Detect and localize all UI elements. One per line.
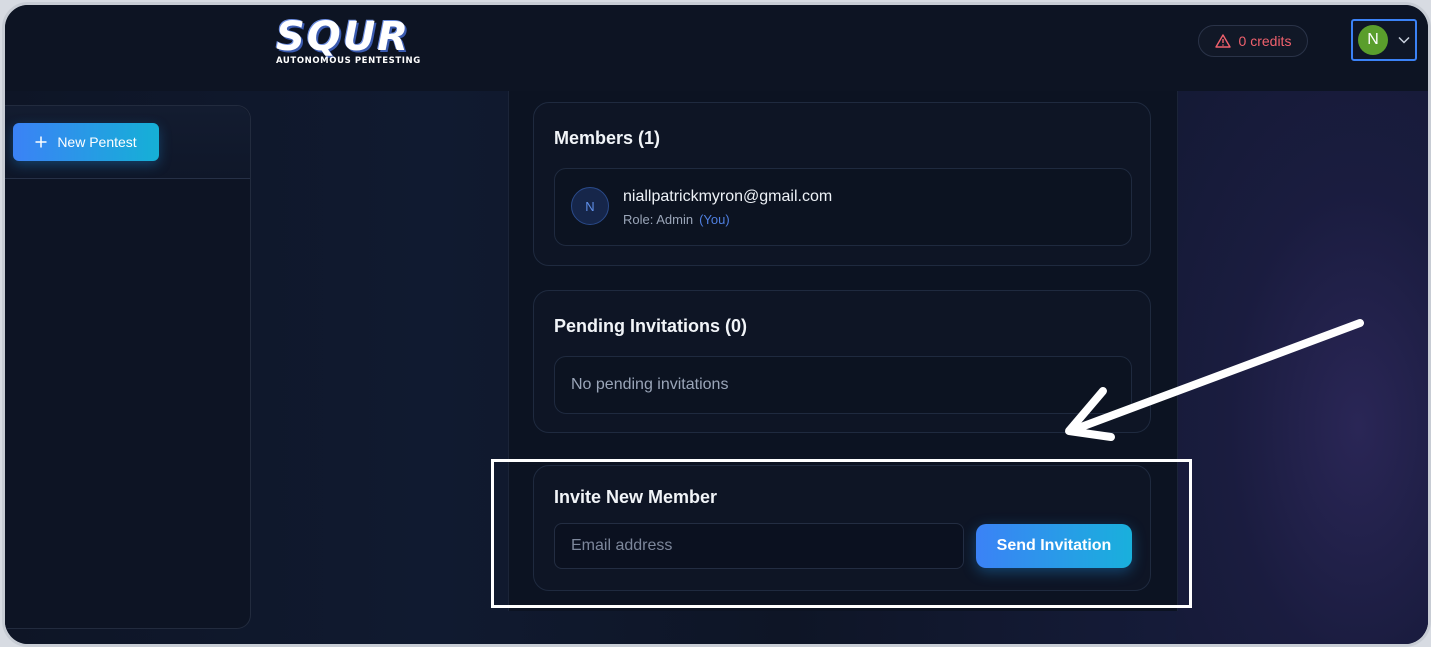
member-email: niallpatrickmyron@gmail.com <box>623 188 833 205</box>
credits-badge[interactable]: 0 credits <box>1198 25 1308 57</box>
plus-icon <box>35 136 47 148</box>
members-card: Members (1) N niallpatrickmyron@gmail.co… <box>533 102 1151 266</box>
pending-title: Pending Invitations (0) <box>554 316 748 336</box>
member-role-label: Role: Admin <box>623 212 694 227</box>
list-item: N niallpatrickmyron@gmail.com Role: Admi… <box>554 168 1132 246</box>
logo-wordmark: SQUR <box>276 14 411 60</box>
sidebar-header: New Pentest <box>5 106 250 179</box>
avatar: N <box>1358 25 1388 55</box>
pointer-arrow-icon <box>1055 315 1375 450</box>
highlight-box <box>491 459 1192 608</box>
credits-label: 0 credits <box>1238 33 1292 49</box>
app-window: SQUR AUTONOMOUS PENTESTING 0 credits N N… <box>2 2 1431 647</box>
member-avatar: N <box>571 187 609 225</box>
user-menu-button[interactable]: N <box>1351 19 1417 61</box>
no-pending-text: No pending invitations <box>571 376 729 393</box>
new-pentest-label: New Pentest <box>57 134 137 150</box>
warning-icon <box>1214 34 1231 48</box>
sidebar: New Pentest <box>5 105 251 629</box>
logo-tagline: AUTONOMOUS PENTESTING <box>276 56 421 66</box>
pending-empty-state: No pending invitations <box>554 356 1132 414</box>
member-you-tag: (You) <box>699 212 730 227</box>
member-role: Role: Admin (You) <box>623 212 730 227</box>
logo[interactable]: SQUR AUTONOMOUS PENTESTING <box>276 14 421 66</box>
chevron-down-icon <box>1398 36 1410 44</box>
new-pentest-button[interactable]: New Pentest <box>13 123 159 161</box>
members-title: Members (1) <box>554 128 661 148</box>
top-header: SQUR AUTONOMOUS PENTESTING 0 credits N <box>5 5 1428 91</box>
